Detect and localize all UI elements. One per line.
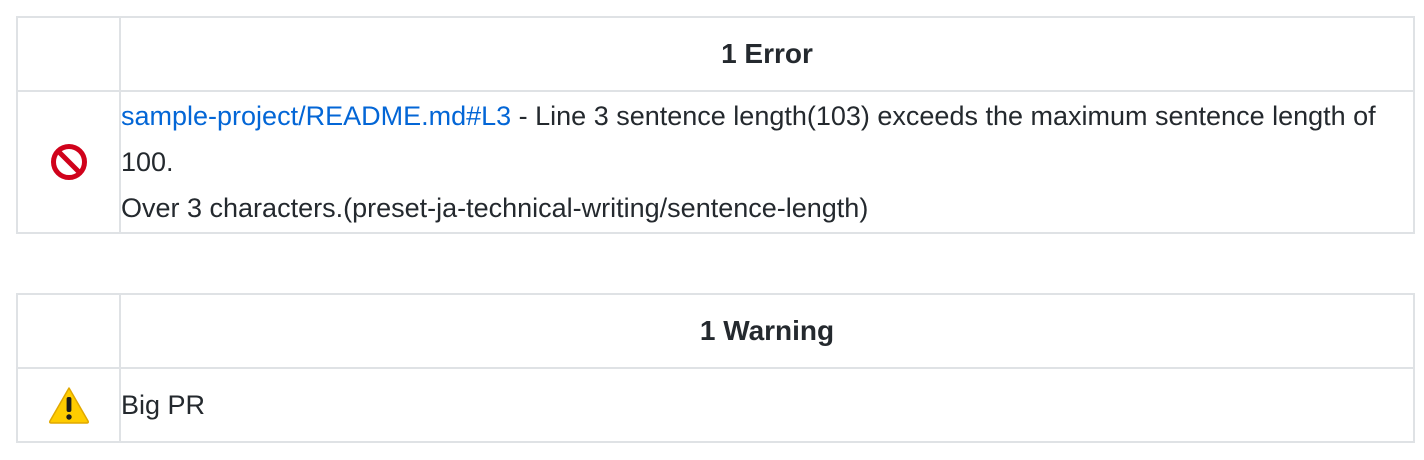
error-rule-text: Over 3 characters.(preset-ja-technical-w… — [121, 193, 869, 223]
warnings-table: 1 Warning Big PR — [16, 293, 1415, 443]
warning-row: Big PR — [16, 367, 1415, 443]
warnings-header-row: 1 Warning — [16, 293, 1415, 369]
error-row: sample-project/README.md#L3 - Line 3 sen… — [16, 90, 1415, 234]
no-entry-sign-icon — [18, 143, 119, 181]
error-file-link[interactable]: sample-project/README.md#L3 — [121, 101, 511, 131]
errors-table: 1 Error sample-project/README.md#L3 - Li… — [16, 16, 1415, 234]
warning-message-cell: Big PR — [119, 367, 1415, 443]
errors-header-row: 1 Error — [16, 16, 1415, 92]
errors-header: 1 Error — [119, 16, 1415, 92]
warning-icon-cell — [16, 367, 121, 443]
errors-icon-header — [16, 16, 121, 92]
warnings-header: 1 Warning — [119, 293, 1415, 369]
error-icon-cell — [16, 90, 121, 234]
error-message-cell: sample-project/README.md#L3 - Line 3 sen… — [119, 90, 1415, 234]
warning-icon — [18, 386, 119, 424]
warnings-icon-header — [16, 293, 121, 369]
